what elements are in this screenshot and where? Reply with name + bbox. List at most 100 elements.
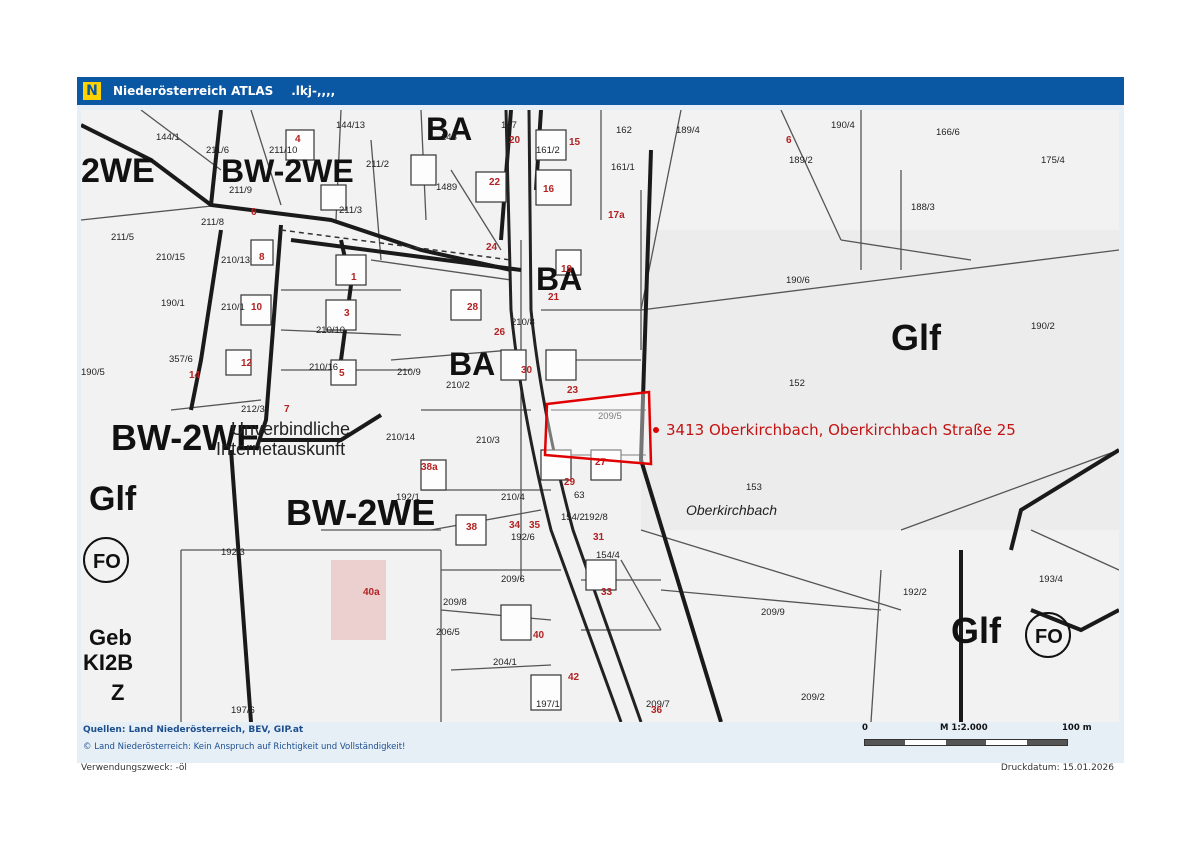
- cadastral-map[interactable]: 2WE BW-2WE BA BA BA Glf BW-2WE Glf BW-2W…: [81, 110, 1119, 722]
- house-number: 22: [489, 177, 501, 188]
- house-number: 23: [567, 385, 579, 396]
- parcel-number: 211/9: [229, 185, 252, 196]
- house-number: 30: [521, 365, 533, 376]
- house-number: 40a: [363, 587, 380, 598]
- house-number: 40: [533, 630, 545, 641]
- house-number: 38a: [421, 462, 438, 473]
- parcel-number: 209/8: [443, 597, 467, 608]
- parcel-number: 210/4: [501, 492, 525, 503]
- parcel-number: 161/1: [611, 162, 635, 173]
- parcel-number: 210/15: [156, 252, 185, 263]
- parcel-number: 189/4: [676, 125, 700, 136]
- parcel-number: 190/6: [786, 275, 810, 286]
- house-number: 36: [651, 705, 663, 716]
- parcel-number: 357/6: [169, 354, 193, 365]
- house-number: 14: [189, 370, 201, 381]
- zone-label: Glf: [89, 480, 137, 518]
- parcel-number: 193/4: [1039, 574, 1063, 585]
- house-number: 29: [564, 477, 576, 488]
- parcel-number: 192/2: [903, 587, 927, 598]
- location-pin-icon: [653, 427, 659, 433]
- parcel-number: 175/4: [1041, 155, 1065, 166]
- watermark-line: Internetauskunft: [216, 439, 345, 459]
- map-canvas: 2WE BW-2WE BA BA BA Glf BW-2WE Glf BW-2W…: [81, 110, 1119, 722]
- parcel-number: 210/13: [221, 255, 250, 266]
- parcel-number: 190/4: [831, 120, 855, 131]
- house-number: 42: [568, 672, 580, 683]
- parcel-number: 210/10: [316, 325, 345, 336]
- app-title: Niederösterreich ATLAS: [113, 84, 274, 98]
- house-number: 8: [259, 252, 265, 263]
- parcel-number: 152: [789, 378, 805, 389]
- zone-label: BW-2WE: [221, 153, 354, 189]
- atlas-frame: N Niederösterreich ATLAS .lkj-,,,, 2WE B…: [77, 77, 1124, 763]
- house-number: 28: [467, 302, 479, 313]
- parcel-number: 211/2: [366, 159, 389, 170]
- parcel-number: 148: [441, 132, 457, 143]
- parcel-number: 154/4: [596, 550, 620, 561]
- house-number: 6: [251, 207, 257, 218]
- house-number: 20: [509, 135, 521, 146]
- house-number: 5: [339, 368, 345, 379]
- scale-bar-track: [864, 739, 1068, 746]
- address-label: 3413 Oberkirchbach, Oberkirchbach Straße…: [666, 421, 1016, 439]
- house-number: 10: [251, 302, 263, 313]
- footer-sources: Quellen: Land Niederösterreich, BEV, GIP…: [83, 725, 304, 735]
- house-number: 12: [241, 358, 253, 369]
- house-number: 35: [529, 520, 541, 531]
- house-number: 4: [295, 134, 301, 145]
- parcel-number: 144/1: [156, 132, 180, 143]
- parcel-number: 210/8: [511, 317, 535, 328]
- house-number: 21: [548, 292, 560, 303]
- scale-end-label: 100 m: [1062, 723, 1092, 733]
- house-number: 1: [351, 272, 357, 283]
- zone-label: 2WE: [81, 152, 155, 190]
- house-number: 31: [593, 532, 605, 543]
- parcel-number: 210/9: [397, 367, 421, 378]
- house-number: 38: [466, 522, 478, 533]
- selected-parcel-outline: [543, 390, 653, 466]
- house-number: 19: [561, 264, 573, 275]
- parcel-number: 188/3: [911, 202, 935, 213]
- parcel-number: 162: [616, 125, 632, 136]
- noe-logo-icon: N: [83, 82, 101, 100]
- parcel-number: 63: [574, 490, 585, 501]
- parcel-number: 154/2: [561, 512, 585, 523]
- zone-label: FO: [93, 551, 121, 573]
- house-number: 17a: [608, 210, 625, 221]
- footer-copyright: © Land Niederösterreich: Kein Anspruch a…: [83, 742, 406, 752]
- parcel-number: 211/10: [269, 145, 297, 156]
- parcel-number: 210/14: [386, 432, 415, 443]
- parcel-number: 206/5: [436, 627, 460, 638]
- parcel-number: 192/3: [221, 547, 245, 558]
- parcel-number: 166/6: [936, 127, 960, 138]
- parcel-number: 211/3: [339, 205, 362, 216]
- zone-label: Glf: [951, 610, 1002, 651]
- parcel-number: 209/6: [501, 574, 525, 585]
- parcel-number: 209/9: [761, 607, 785, 618]
- scale-bar: 0 M 1:2.000 100 m: [862, 723, 1112, 753]
- parcel-number: 190/1: [161, 298, 185, 309]
- parcel-number: 212/3: [241, 404, 265, 415]
- zone-label: Glf: [891, 317, 942, 358]
- parcel-number: 210/16: [309, 362, 338, 373]
- locality-label: Oberkirchbach: [686, 502, 777, 518]
- app-subtitle: .lkj-,,,,: [291, 84, 336, 98]
- parcel-number: 153: [746, 482, 762, 493]
- house-number: 16: [543, 184, 555, 195]
- house-number: 15: [569, 137, 581, 148]
- zone-label: FO: [1035, 626, 1063, 648]
- parcel-number: 190/5: [81, 367, 105, 378]
- parcel-number: 210/1: [221, 302, 245, 313]
- atlas-header: N Niederösterreich ATLAS .lkj-,,,,: [77, 77, 1124, 105]
- scale-start-label: 0: [862, 723, 868, 733]
- parcel-number: 210/2: [446, 380, 470, 391]
- house-number: 34: [509, 520, 521, 531]
- parcel-number: 197/6: [231, 705, 255, 716]
- zone-label: KI2B: [83, 650, 133, 675]
- parcel-number: 1489: [436, 182, 457, 193]
- parcel-number: 209/2: [801, 692, 825, 703]
- watermark-line: Unverbindliche: [231, 419, 350, 439]
- house-number: 6: [786, 135, 792, 146]
- house-number: 26: [494, 327, 506, 338]
